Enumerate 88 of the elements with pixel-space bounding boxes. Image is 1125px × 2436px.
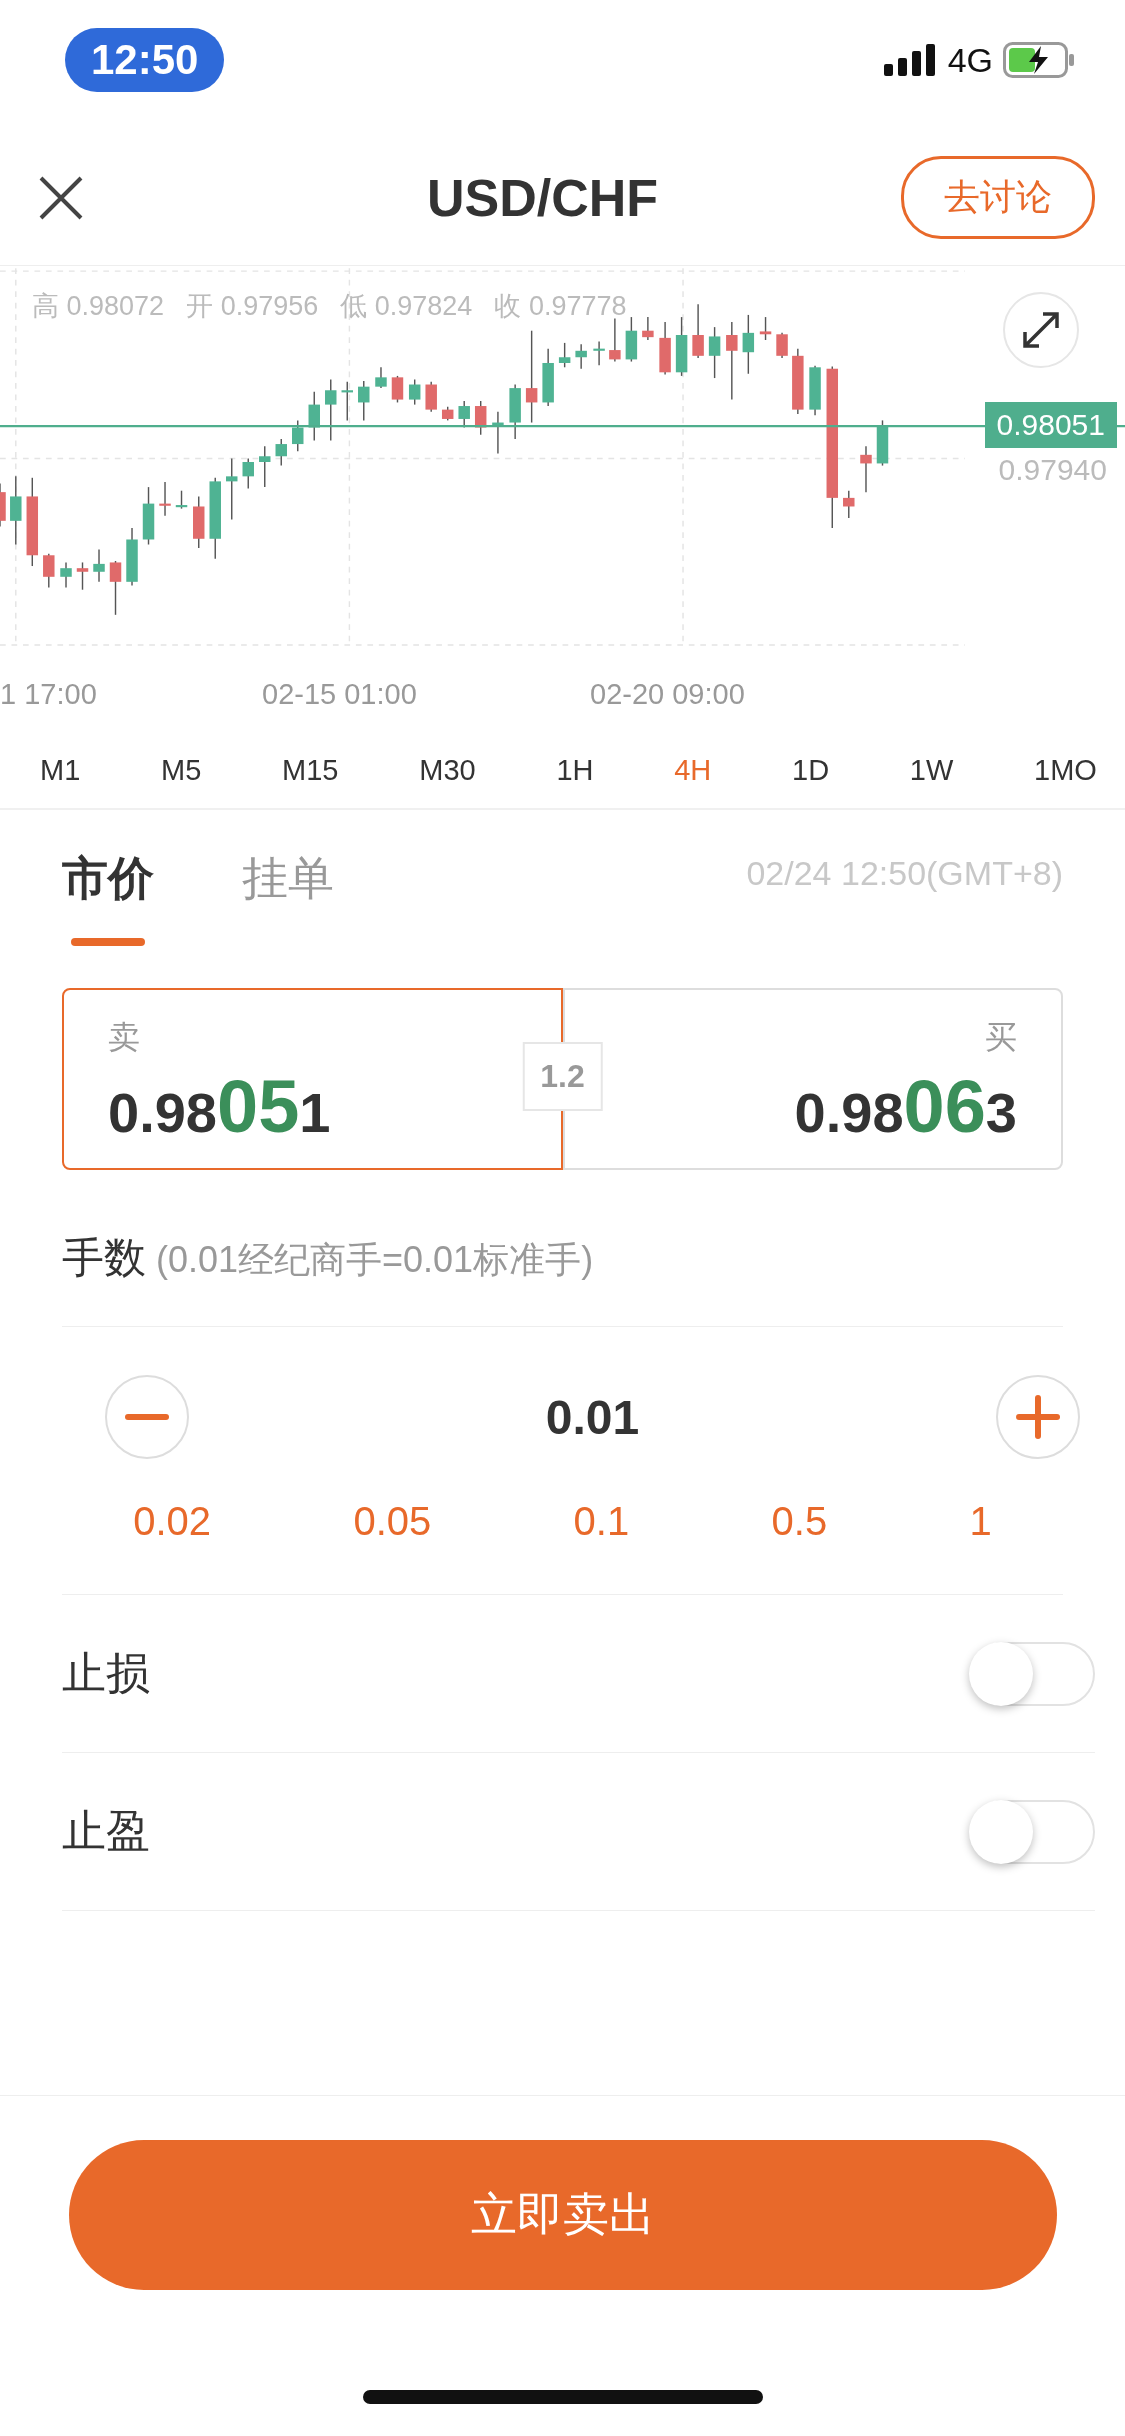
signal-icon [883,44,938,76]
period-tab[interactable]: M5 [161,754,202,787]
candle [375,366,387,389]
candle [391,375,404,404]
candle [242,457,254,490]
candle [659,321,671,376]
spread-value: 1.2 [522,1042,603,1111]
candle [60,561,72,589]
candle [358,380,370,422]
candle [575,343,587,370]
quote-side-label: 卖 [108,1018,141,1057]
candle [860,445,872,493]
plus-icon [1016,1395,1060,1439]
time-axis-label: 1 17:00 [0,678,97,711]
candle [642,316,654,341]
time-axis-label: 02-15 01:00 [262,678,417,711]
candle [93,548,105,583]
candle [458,400,470,429]
candle [742,314,755,375]
period-tab[interactable]: 1D [792,754,830,787]
period-tab[interactable]: M15 [282,754,339,787]
candle [776,332,788,359]
current-price-tag: 0.98051 [984,402,1117,448]
quote-side-label: 买 [985,1018,1017,1057]
toggle-switch[interactable] [971,1799,1095,1864]
toggle-label: 止损 [62,1647,150,1699]
lots-label: 手数 [62,1233,146,1283]
candle [308,390,320,442]
lots-hint: (0.01经纪商手=0.01标准手) [156,1238,594,1282]
candle [142,486,155,546]
candle [76,561,89,591]
candle [692,303,704,359]
candle [876,419,889,467]
candle [226,457,238,521]
period-tab[interactable]: 1H [556,754,594,787]
candle [625,316,638,363]
period-tab[interactable]: M1 [40,754,81,787]
candle [109,560,122,616]
quote-price: 0.98051 [108,1064,332,1149]
page-title: USD/CHF [426,167,659,228]
candle [10,475,22,546]
toggle-label: 止盈 [62,1805,150,1857]
candle [175,490,188,510]
candle [292,419,304,452]
candle [43,553,55,589]
candle [126,527,138,587]
candle [159,481,171,517]
candle [759,316,772,341]
time-axis-label: 02-20 09:00 [590,678,745,711]
candle [492,411,504,455]
period-tab[interactable]: 1MO [1034,754,1097,787]
candle [275,438,287,467]
candle [708,326,721,379]
ohlc-value: 开 0.97956 [186,290,319,323]
candle [509,383,521,440]
ohlc-value: 高 0.98072 [32,290,165,323]
close-icon[interactable] [38,174,84,221]
candle [843,490,855,519]
expand-icon [1021,310,1061,350]
battery-charging-icon [1003,42,1075,78]
status-time: 12:50 [65,28,225,92]
candle [325,378,337,442]
candle [193,495,205,549]
candle [259,445,271,488]
price-axis-label: 0.97940 [998,453,1107,487]
candle [542,347,554,407]
candle [792,347,804,415]
period-tab[interactable]: M30 [419,754,476,787]
ohlc-value: 收 0.97778 [494,290,627,323]
candle [558,342,571,368]
toggle-switch[interactable] [971,1641,1095,1706]
candle [609,317,621,363]
candle [474,400,487,436]
candle [408,378,421,406]
candle [593,340,605,366]
lot-value: 0.01 [545,1389,640,1445]
network-label: 4G [947,40,993,80]
candle [809,365,821,417]
candle [341,380,353,422]
candle [441,406,454,422]
quote-price: 0.98063 [794,1064,1017,1149]
ohlc-value: 低 0.97824 [340,290,473,323]
candle [425,380,437,413]
candle [0,482,6,528]
minus-icon [125,1414,169,1420]
order-type-tab[interactable]: 市价 [62,848,154,910]
candle [675,316,688,377]
period-tab[interactable]: 1W [909,754,954,787]
